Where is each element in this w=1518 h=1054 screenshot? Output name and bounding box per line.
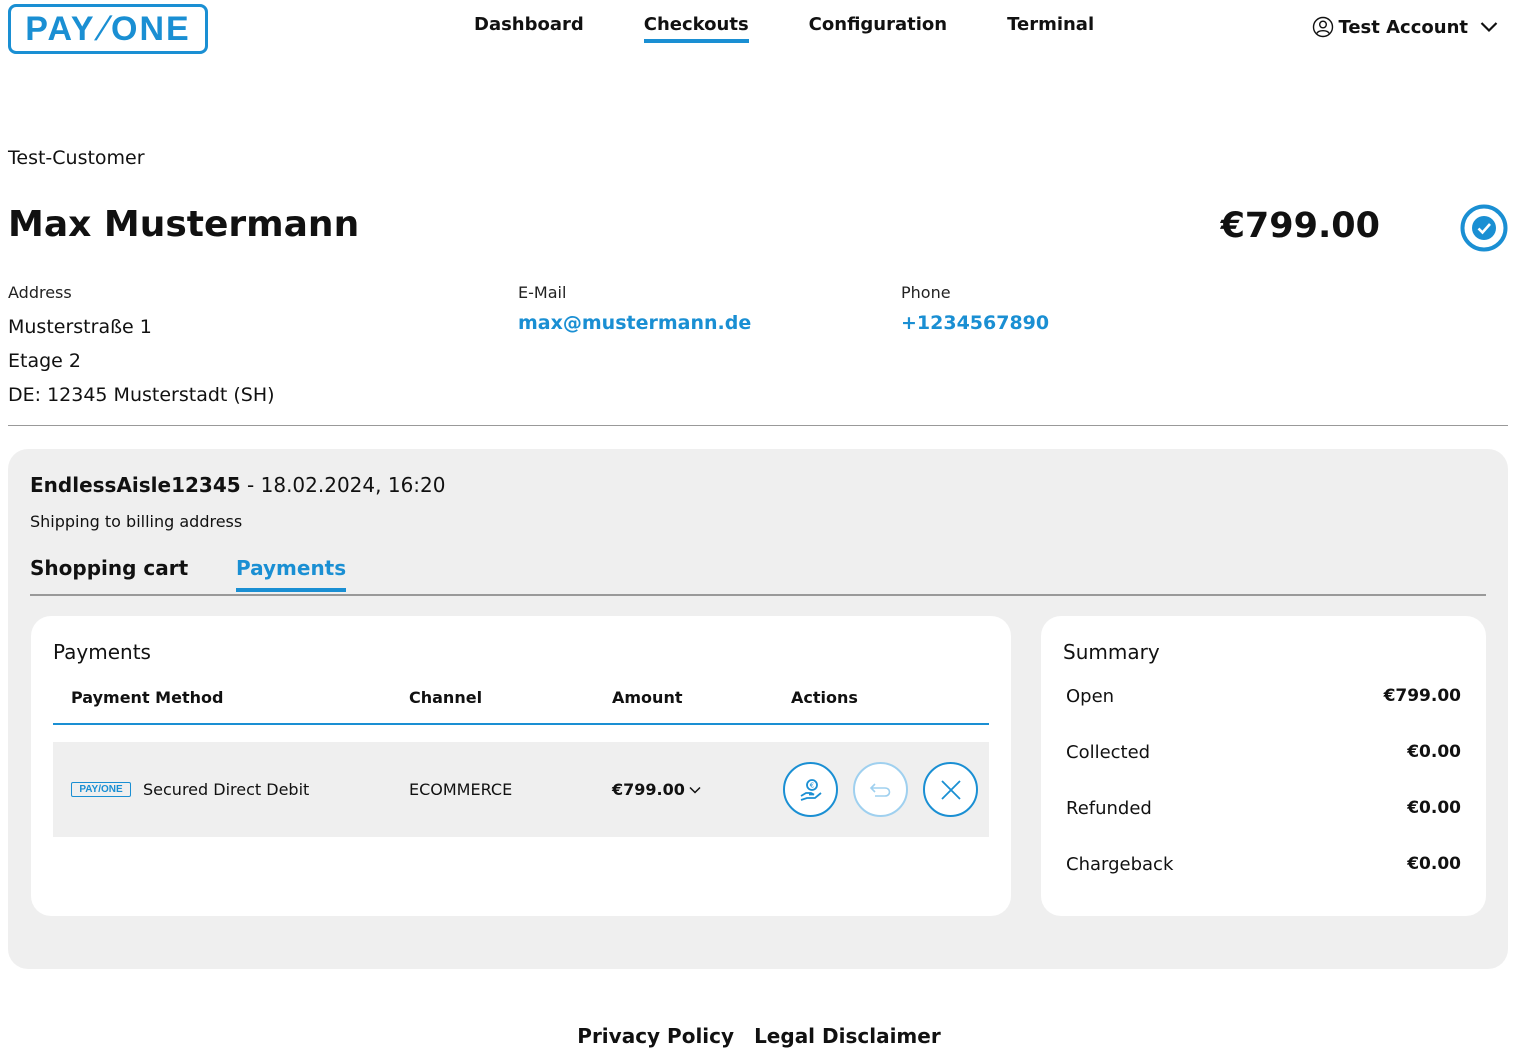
tab-shopping-cart[interactable]: Shopping cart [30, 556, 188, 588]
legal-disclaimer-link[interactable]: Legal Disclaimer [754, 1024, 941, 1048]
payments-title: Payments [53, 640, 151, 664]
payment-channel: ECOMMERCE [409, 780, 513, 799]
col-channel: Channel [409, 688, 483, 707]
phone-label: Phone [901, 283, 951, 302]
cancel-button[interactable] [923, 762, 978, 817]
address-label: Address [8, 283, 72, 302]
phone-block: Phone +1234567890 [901, 283, 1049, 336]
nav-dashboard[interactable]: Dashboard [474, 14, 584, 43]
summary-open-value: €799.00 [1383, 686, 1461, 706]
address-line-1: Musterstraße 1 [8, 316, 152, 338]
order-datetime: - 18.02.2024, 16:20 [240, 473, 446, 497]
order-tabs: Shopping cart Payments [30, 556, 1486, 596]
summary-row-collected: Collected €0.00 [1066, 742, 1461, 763]
tab-payments[interactable]: Payments [236, 556, 347, 592]
address-block: Address Musterstraße 1 Etage 2 DE: 12345… [8, 283, 275, 412]
summary-title: Summary [1063, 640, 1160, 664]
account-menu[interactable]: Test Account [1312, 16, 1502, 38]
summary-refunded-value: €0.00 [1407, 798, 1461, 818]
user-circle-icon [1313, 16, 1334, 38]
logo-text-pay: PAY [25, 9, 96, 48]
refund-icon [869, 782, 890, 797]
checkout-total: €799.00 [1220, 206, 1380, 246]
table-header-line [53, 723, 989, 725]
summary-collected-label: Collected [1066, 742, 1151, 763]
summary-row-refunded: Refunded €0.00 [1066, 798, 1461, 819]
customer-type: Test-Customer [8, 147, 145, 169]
privacy-policy-link[interactable]: Privacy Policy [577, 1024, 734, 1048]
nav-checkouts[interactable]: Checkouts [643, 14, 749, 43]
order-title: EndlessAisle12345 - 18.02.2024, 16:20 [30, 473, 445, 497]
col-payment-method: Payment Method [71, 688, 224, 707]
address-line-3: DE: 12345 Musterstadt (SH) [8, 384, 275, 406]
capture-icon: € [800, 778, 822, 801]
footer: Privacy Policy Legal Disclaimer [0, 1024, 1518, 1048]
table-row: PAY/ONE Secured Direct Debit ECOMMERCE €… [53, 742, 989, 837]
payone-logo[interactable]: PAY / ONE [8, 4, 208, 54]
col-amount: Amount [612, 688, 683, 707]
customer-name: Max Mustermann [8, 204, 360, 245]
email-block: E-Mail max@mustermann.de [518, 283, 751, 336]
payment-amount-toggle[interactable]: €799.00 [612, 780, 701, 799]
capture-button[interactable]: € [783, 762, 838, 817]
summary-open-label: Open [1066, 686, 1115, 707]
main-nav: Dashboard Checkouts Configuration Termin… [474, 14, 1154, 43]
nav-terminal[interactable]: Terminal [1007, 14, 1094, 43]
summary-row-open: Open €799.00 [1066, 686, 1461, 707]
chevron-down-icon [1480, 22, 1498, 33]
chevron-down-icon [689, 786, 701, 794]
email-label: E-Mail [518, 283, 567, 302]
section-divider [8, 425, 1508, 426]
payments-card: Payments Payment Method Channel Amount A… [31, 616, 1011, 916]
check-circle-icon [1460, 204, 1508, 252]
order-reference: EndlessAisle12345 [30, 473, 241, 497]
nav-configuration[interactable]: Configuration [809, 14, 947, 43]
phone-link[interactable]: +1234567890 [901, 310, 1049, 336]
col-actions: Actions [791, 688, 858, 707]
payone-mini-logo: PAY/ONE [71, 782, 131, 797]
summary-refunded-label: Refunded [1066, 798, 1152, 819]
summary-chargeback-value: €0.00 [1407, 854, 1461, 874]
payment-amount: €799.00 [612, 780, 685, 799]
checkout-panel: EndlessAisle12345 - 18.02.2024, 16:20 Sh… [8, 449, 1508, 969]
summary-collected-value: €0.00 [1407, 742, 1461, 762]
shipping-info: Shipping to billing address [30, 512, 243, 531]
summary-row-chargeback: Chargeback €0.00 [1066, 854, 1461, 875]
summary-chargeback-label: Chargeback [1066, 854, 1174, 875]
address-line-2: Etage 2 [8, 350, 81, 372]
payment-method: Secured Direct Debit [143, 780, 310, 799]
email-link[interactable]: max@mustermann.de [518, 310, 751, 336]
account-label: Test Account [1338, 16, 1468, 38]
refund-button[interactable] [853, 762, 908, 817]
summary-card: Summary Open €799.00 Collected €0.00 Ref… [1041, 616, 1486, 916]
cancel-icon [940, 779, 961, 800]
logo-text-one: ONE [111, 9, 191, 48]
svg-text:€: € [809, 781, 813, 789]
